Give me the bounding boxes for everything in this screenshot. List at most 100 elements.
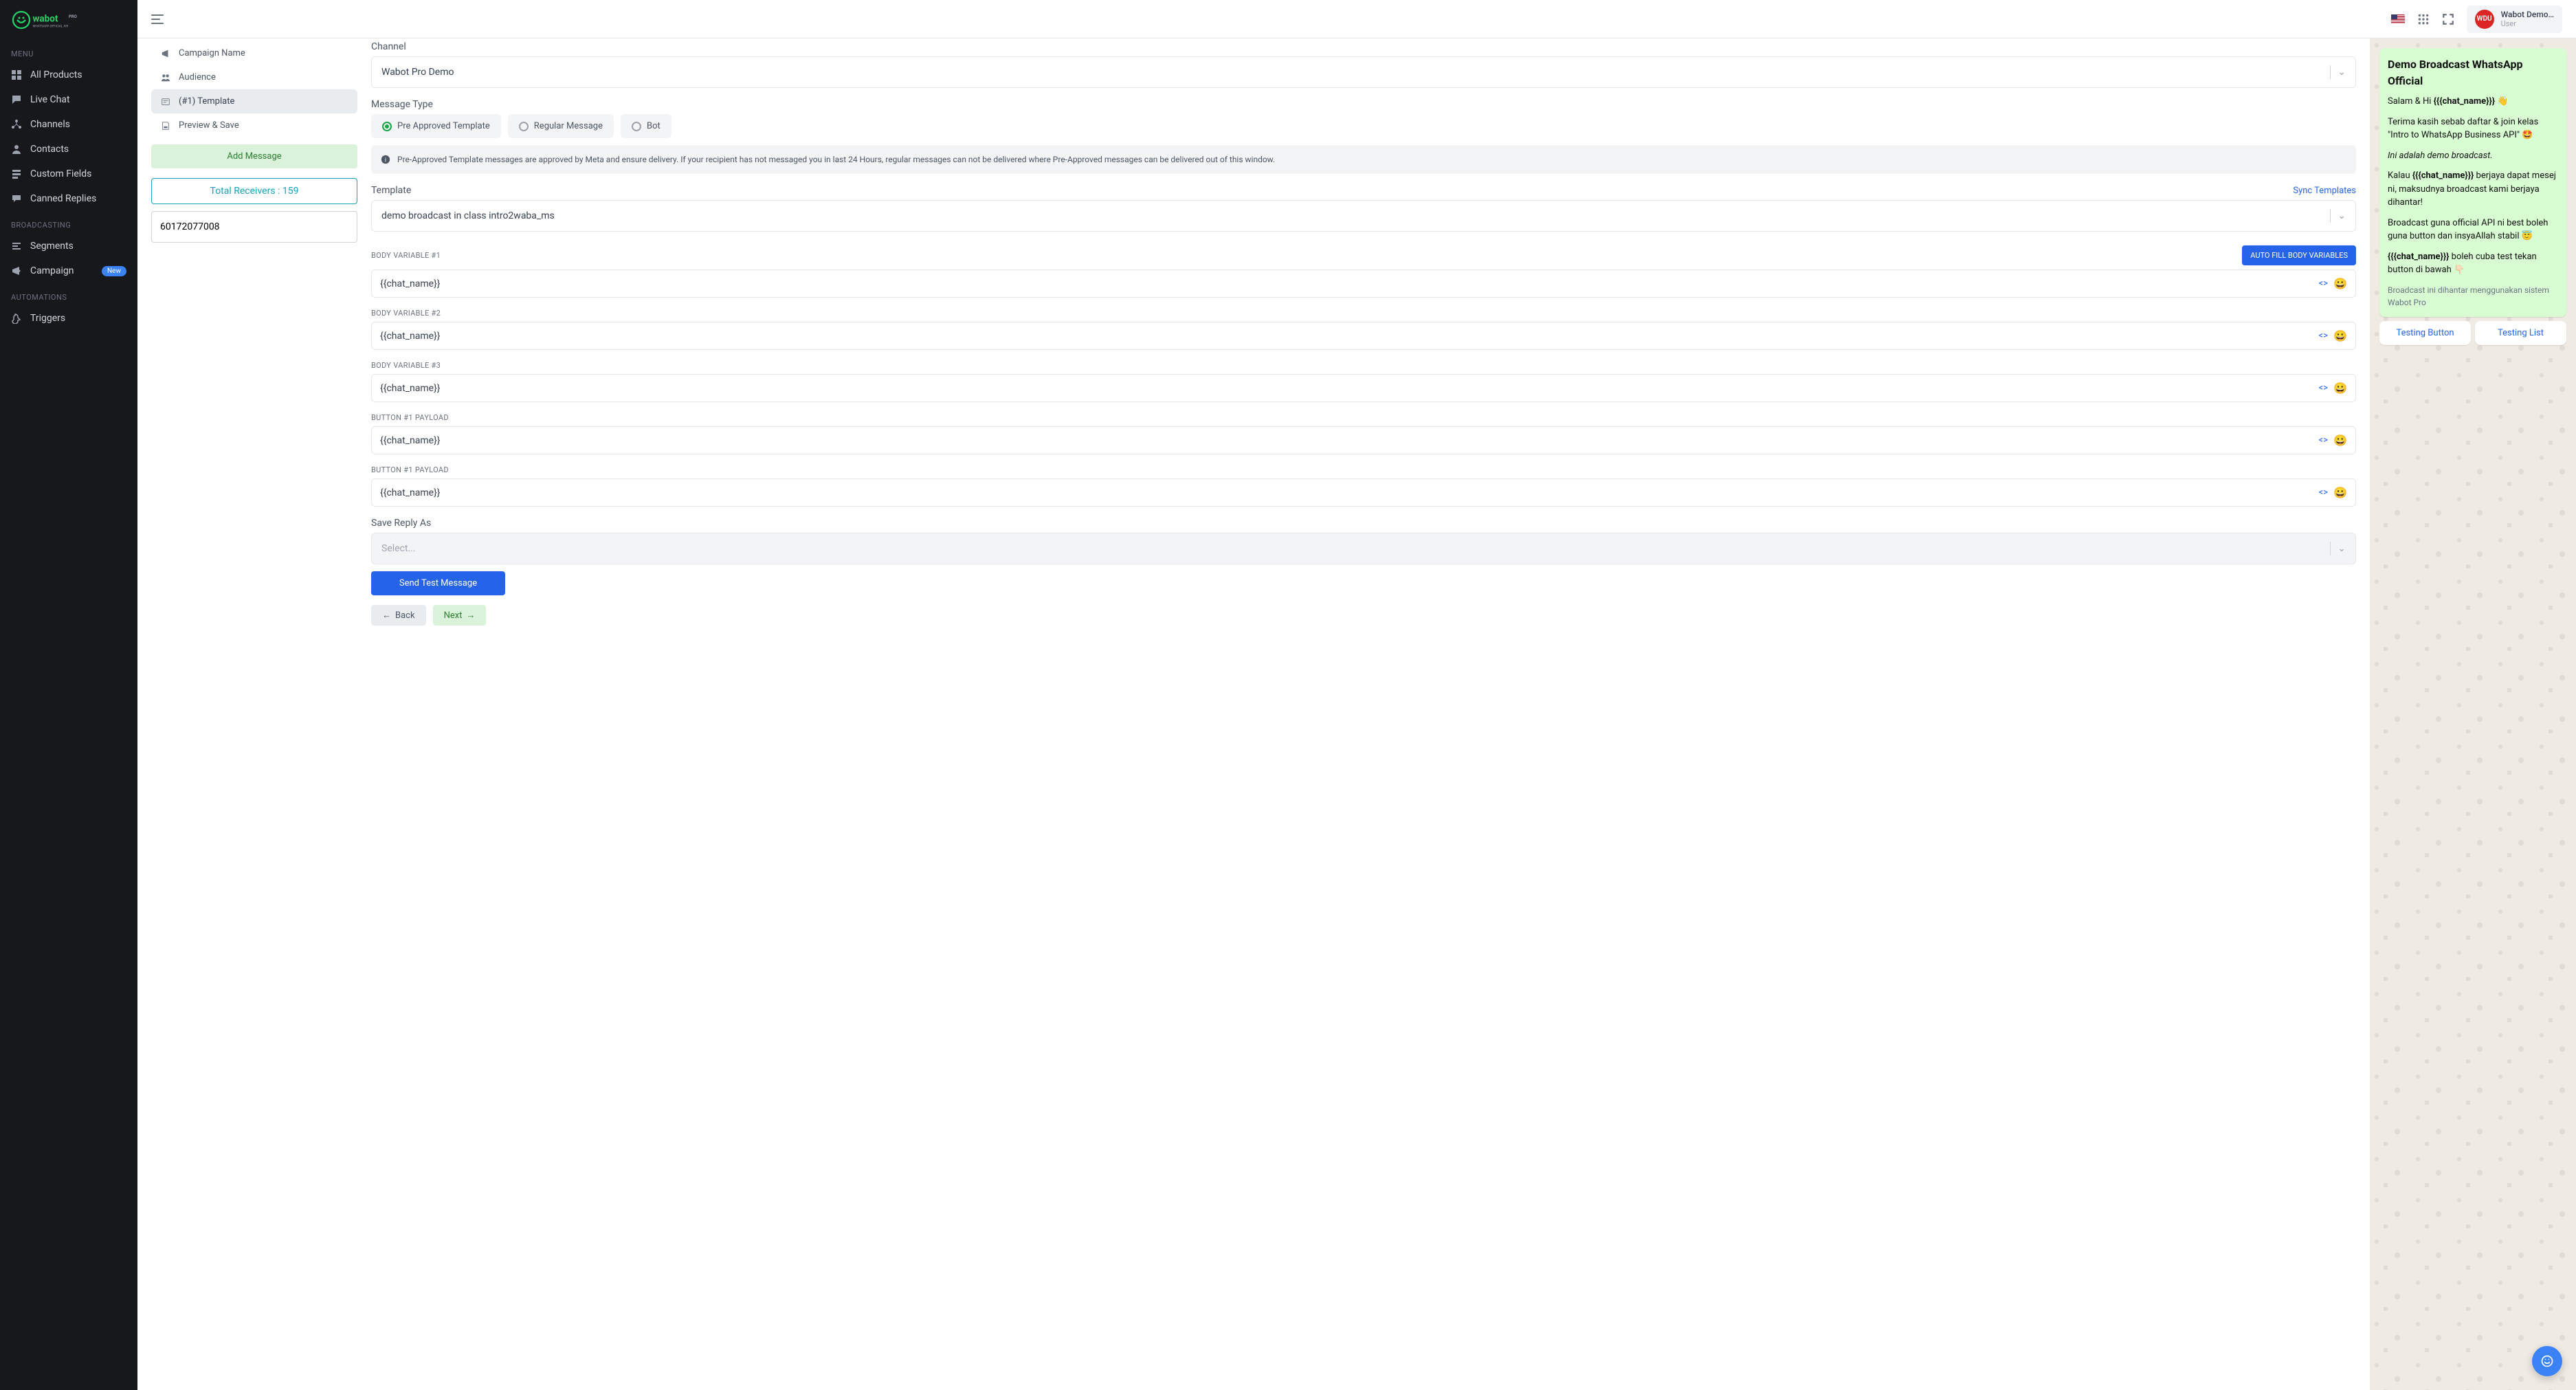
code-icon[interactable]: <> (2319, 278, 2328, 289)
nav-label: All Products (30, 69, 82, 80)
menu-toggle-icon[interactable] (151, 14, 164, 24)
btn1-input[interactable] (380, 435, 2319, 446)
template-select[interactable]: demo broadcast in class intro2waba_ms⌄ (371, 200, 2356, 232)
step-template[interactable]: (#1) Template (151, 89, 357, 113)
emoji-icon[interactable]: 😀 (2333, 382, 2347, 395)
svg-text:wabot: wabot (33, 13, 58, 24)
emoji-icon[interactable]: 😀 (2333, 486, 2347, 499)
support-chat-icon[interactable] (2532, 1346, 2562, 1376)
nav-custom-fields[interactable]: Custom Fields (0, 162, 137, 186)
main: WDU Wabot Demo… User Campaign Name Audie… (137, 0, 2576, 1390)
add-message-button[interactable]: Add Message (151, 144, 357, 168)
total-receivers: Total Receivers : 159 (151, 178, 357, 204)
bv1-input-wrap: <> 😀 (371, 269, 2356, 298)
step-campaign-name[interactable]: Campaign Name (151, 41, 357, 65)
step-label: Audience (179, 72, 216, 82)
next-label: Next (444, 610, 463, 621)
channel-value: Wabot Pro Demo (381, 67, 454, 78)
save-reply-label: Save Reply As (371, 518, 2356, 529)
nav-buttons: ←Back Next→ (371, 605, 2356, 626)
nav-all-products[interactable]: All Products (0, 63, 137, 87)
nav-channels[interactable]: Channels (0, 112, 137, 137)
emoji-icon[interactable]: 😀 (2333, 329, 2347, 342)
menu-heading: MENU (0, 40, 137, 63)
send-test-button[interactable]: Send Test Message (371, 571, 505, 595)
next-button[interactable]: Next→ (433, 605, 487, 626)
code-icon[interactable]: <> (2319, 383, 2328, 393)
nav-campaign[interactable]: CampaignNew (0, 258, 137, 283)
fields-column: Channel Wabot Pro Demo ⌄ Message Type Pre… (371, 38, 2356, 1376)
svg-text:WHATSAPP OFFICIAL API: WHATSAPP OFFICIAL API (33, 25, 69, 29)
preview-bubble: Demo Broadcast WhatsApp Official Salam &… (2379, 48, 2566, 317)
sync-templates-link[interactable]: Sync Templates (2293, 186, 2356, 196)
preview-line: {{{chat_name}}} boleh cuba test tekan bu… (2388, 250, 2558, 277)
preview-buttons: Testing Button Testing List (2379, 321, 2566, 345)
radio-regular[interactable]: Regular Message (508, 114, 614, 138)
bv2-input-wrap: <> 😀 (371, 322, 2356, 350)
nav-triggers[interactable]: Triggers (0, 306, 137, 331)
btn2-input[interactable] (380, 487, 2319, 498)
radio-bot[interactable]: Bot (621, 114, 671, 138)
avatar: WDU (2475, 10, 2494, 29)
code-icon[interactable]: <> (2319, 435, 2328, 445)
sidebar: wabot PRO WHATSAPP OFFICIAL API MENU All P… (0, 0, 137, 1390)
step-preview-save[interactable]: Preview & Save (151, 113, 357, 137)
menu-heading-broadcasting: BROADCASTING (0, 211, 137, 234)
user-menu[interactable]: WDU Wabot Demo… User (2467, 5, 2562, 33)
form-area: Campaign Name Audience (#1) Template Pre… (137, 38, 2370, 1390)
nav-live-chat[interactable]: Live Chat (0, 87, 137, 112)
bv3-input[interactable] (380, 383, 2319, 394)
autofill-button[interactable]: AUTO FILL BODY VARIABLES (2242, 245, 2356, 265)
preview-testing-list[interactable]: Testing List (2475, 321, 2566, 345)
chevron-down-icon: ⌄ (2338, 543, 2346, 554)
emoji-icon[interactable]: 😀 (2333, 277, 2347, 290)
save-reply-select[interactable]: Select...⌄ (371, 533, 2356, 564)
template-value: demo broadcast in class intro2waba_ms (381, 210, 555, 221)
step-audience[interactable]: Audience (151, 65, 357, 89)
preview-line: Terima kasih sebab daftar & join kelas "… (2388, 115, 2558, 142)
nav-label: Canned Replies (30, 193, 96, 204)
message-type-label: Message Type (371, 99, 2356, 110)
radio-pre-approved[interactable]: Pre Approved Template (371, 114, 501, 138)
code-icon[interactable]: <> (2319, 487, 2328, 498)
radio-icon (382, 122, 392, 131)
back-button[interactable]: ←Back (371, 605, 426, 626)
nav-canned-replies[interactable]: Canned Replies (0, 186, 137, 211)
code-icon[interactable]: <> (2319, 331, 2328, 341)
step-label: Campaign Name (179, 48, 245, 58)
svg-text:PRO: PRO (69, 14, 77, 19)
fullscreen-icon[interactable] (2442, 13, 2454, 25)
test-phone-input[interactable] (151, 211, 357, 243)
preview-column: Demo Broadcast WhatsApp Official Salam &… (2370, 38, 2576, 1390)
nav-label: Triggers (30, 313, 65, 324)
logo[interactable]: wabot PRO WHATSAPP OFFICIAL API (0, 0, 137, 40)
radio-icon (519, 122, 529, 131)
preview-testing-button[interactable]: Testing Button (2379, 321, 2471, 345)
language-flag-icon[interactable] (2391, 14, 2405, 24)
emoji-icon[interactable]: 😀 (2333, 434, 2347, 447)
nav-label: Custom Fields (30, 168, 91, 179)
step-label: (#1) Template (179, 96, 234, 107)
btn1-input-wrap: <> 😀 (371, 426, 2356, 454)
nav-segments[interactable]: Segments (0, 234, 137, 258)
nav-label: Channels (30, 119, 70, 130)
nav-label: Campaign (30, 265, 74, 276)
steps-column: Campaign Name Audience (#1) Template Pre… (151, 38, 357, 1376)
chevron-down-icon: ⌄ (2338, 67, 2346, 78)
channel-select[interactable]: Wabot Pro Demo ⌄ (371, 56, 2356, 88)
radio-label: Pre Approved Template (397, 121, 490, 131)
bv2-input[interactable] (380, 331, 2319, 342)
back-label: Back (395, 610, 415, 621)
topbar: WDU Wabot Demo… User (137, 0, 2576, 38)
preview-line: Salam & Hi {{{chat_name}}} 👋 (2388, 95, 2558, 109)
bv1-input[interactable] (380, 278, 2319, 289)
user-text: Wabot Demo… User (2501, 10, 2554, 29)
apps-grid-icon[interactable] (2417, 13, 2430, 25)
bv1-label: BODY VARIABLE #1 (371, 251, 441, 260)
menu-heading-automations: AUTOMATIONS (0, 283, 137, 306)
step-label: Preview & Save (179, 120, 239, 131)
preview-line: Broadcast guna official API ni best bole… (2388, 217, 2558, 243)
preview-line: Kalau {{{chat_name}}} berjaya dapat mese… (2388, 169, 2558, 210)
channel-label: Channel (371, 41, 2356, 52)
nav-contacts[interactable]: Contacts (0, 137, 137, 162)
